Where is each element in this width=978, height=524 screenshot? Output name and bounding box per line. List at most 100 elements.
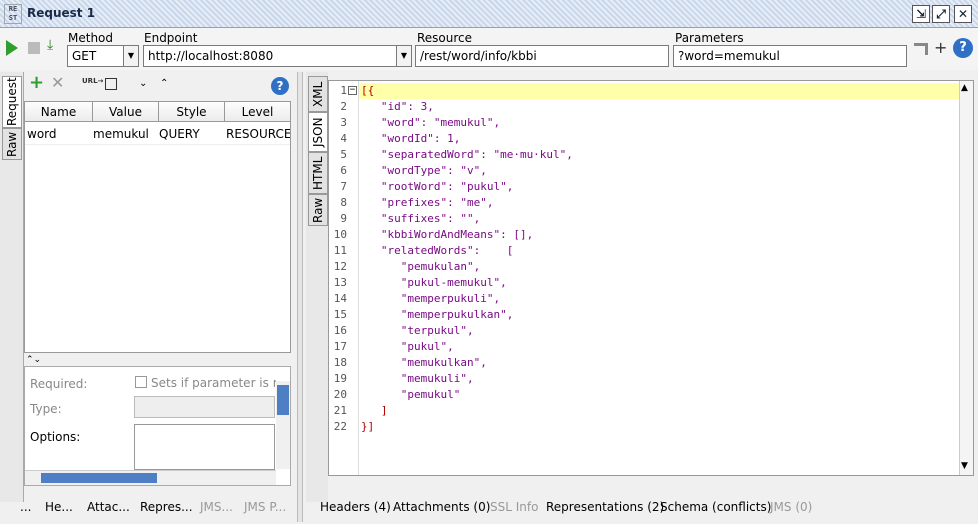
- move-down-icon[interactable]: ⌄: [139, 78, 147, 89]
- line-number: 15: [333, 308, 347, 321]
- details-hscrollbar[interactable]: [25, 470, 276, 485]
- param-value[interactable]: memukul: [91, 124, 157, 144]
- tab-jms-properties[interactable]: JMS P...: [244, 500, 286, 514]
- request-view-tabs: Request Raw: [0, 72, 24, 502]
- parameters-input[interactable]: ?word=memukul: [673, 45, 907, 67]
- tab-schema[interactable]: Schema (conflicts): [660, 500, 771, 514]
- detach-icon[interactable]: ⇲: [912, 5, 930, 23]
- chevron-down-icon[interactable]: ▼: [397, 45, 412, 67]
- resource-label: Resource: [417, 31, 473, 45]
- tab-attachments[interactable]: Attac...: [87, 500, 130, 514]
- code-line: "terpukul",: [361, 324, 474, 337]
- code-line: "id": 3,: [361, 100, 434, 113]
- url-param-icon[interactable]: URL→: [82, 77, 103, 85]
- tab-response-jms[interactable]: JMS (0): [770, 500, 812, 514]
- line-number: 11: [333, 244, 347, 257]
- table-row[interactable]: word memukul QUERY RESOURCE: [25, 123, 290, 145]
- column-header[interactable]: Value: [93, 102, 159, 122]
- endpoint-label: Endpoint: [144, 31, 198, 45]
- remove-param-icon[interactable]: ✕: [51, 75, 64, 91]
- add-param-icon[interactable]: +: [29, 74, 44, 92]
- clear-icon[interactable]: [105, 78, 117, 90]
- format-icon[interactable]: [914, 43, 928, 55]
- help-icon[interactable]: ?: [271, 77, 289, 95]
- column-header[interactable]: Name: [25, 102, 93, 122]
- code-line: "pukul",: [361, 340, 454, 353]
- tab-response-attachments[interactable]: Attachments (0): [393, 500, 490, 514]
- tab-json[interactable]: JSON: [308, 112, 328, 152]
- tab-response-representations[interactable]: Representations (2): [546, 500, 664, 514]
- line-number: 16: [333, 324, 347, 337]
- scroll-thumb[interactable]: [41, 473, 157, 483]
- tab-xml[interactable]: XML: [308, 76, 328, 112]
- code-line: "relatedWords": [: [361, 244, 514, 257]
- close-icon[interactable]: ✕: [954, 5, 972, 23]
- code-line: "pemukul": [361, 388, 461, 401]
- column-header[interactable]: Level: [225, 102, 290, 122]
- param-style[interactable]: QUERY: [157, 124, 223, 144]
- tab-raw-request[interactable]: Raw: [2, 128, 22, 160]
- window-title: Request 1: [27, 6, 96, 20]
- splitter-arrows-icon[interactable]: ⌃⌄: [26, 355, 41, 365]
- param-level[interactable]: RESOURCE: [224, 124, 290, 144]
- scroll-up-icon[interactable]: ▲: [961, 83, 968, 93]
- line-number: 1: [340, 84, 347, 97]
- move-up-icon[interactable]: ⌃: [160, 78, 168, 89]
- details-scrollbar[interactable]: [276, 381, 290, 469]
- required-checkbox-label: Sets if parameter is requ: [151, 376, 276, 390]
- param-details: Required: Sets if parameter is requ Type…: [24, 366, 291, 486]
- editor-scrollbar[interactable]: ▲ ▼: [959, 81, 973, 475]
- tab-jms-headers[interactable]: JMS...: [200, 500, 233, 514]
- column-header[interactable]: Style: [159, 102, 225, 122]
- tab-headers[interactable]: He...: [45, 500, 73, 514]
- params-table: Name Value Style Level word memukul QUER…: [24, 101, 291, 353]
- line-number: 4: [340, 132, 347, 145]
- tab-html[interactable]: HTML: [308, 152, 328, 194]
- param-name[interactable]: word: [25, 124, 93, 144]
- response-editor[interactable]: − ▲ ▼ 1 [{ 2 "id": 3, 3 "word": "memukul", 4…: [328, 80, 974, 476]
- maximize-icon[interactable]: ⤢: [932, 5, 950, 23]
- options-field[interactable]: [134, 424, 275, 470]
- type-field[interactable]: [134, 396, 275, 418]
- line-number: 13: [333, 276, 347, 289]
- fold-icon[interactable]: −: [348, 86, 357, 95]
- tab-request[interactable]: Request: [2, 76, 22, 128]
- endpoint-input[interactable]: http://localhost:8080: [143, 45, 397, 67]
- tab-representations[interactable]: Repres...: [140, 500, 193, 514]
- tab-response-headers[interactable]: Headers (4): [320, 500, 391, 514]
- add-icon[interactable]: +: [934, 38, 947, 57]
- line-number: 3: [340, 116, 347, 129]
- parameters-label: Parameters: [675, 31, 744, 45]
- stop-icon[interactable]: [28, 42, 40, 54]
- code-line: "memperpukulkan",: [361, 308, 514, 321]
- tab-ssl-info[interactable]: SSL Info: [490, 500, 538, 514]
- scroll-thumb[interactable]: [277, 385, 289, 415]
- line-number: 12: [333, 260, 347, 273]
- code-line: [{: [361, 84, 375, 97]
- code-line: ]: [361, 404, 388, 417]
- run-icon[interactable]: [6, 40, 18, 56]
- chevron-down-icon[interactable]: ▼: [124, 45, 139, 67]
- pane-splitter[interactable]: [297, 72, 303, 522]
- code-line: }]: [361, 420, 375, 433]
- code-line: "memukuli",: [361, 372, 474, 385]
- resource-input[interactable]: /rest/word/info/kbbi: [415, 45, 669, 67]
- code-line: "pemukulan",: [361, 260, 481, 273]
- code-line: "word": "memukul",: [361, 116, 501, 129]
- code-line: "memukulkan",: [361, 356, 487, 369]
- rest-request-icon: RE ST: [4, 4, 22, 24]
- required-checkbox[interactable]: [135, 376, 147, 388]
- scroll-down-icon[interactable]: ▼: [961, 461, 968, 471]
- code-line: "wordId": 1,: [361, 132, 461, 145]
- window-title-bar: RE ST Request 1 ⇲ ⤢ ✕: [0, 0, 978, 28]
- tab-raw-response[interactable]: Raw: [308, 194, 328, 226]
- submit-check-icon[interactable]: ⤓: [47, 37, 53, 53]
- type-label: Type:: [30, 402, 62, 416]
- tab-more[interactable]: ...: [20, 500, 31, 514]
- help-icon[interactable]: ?: [953, 38, 973, 58]
- method-select[interactable]: GET: [67, 45, 124, 67]
- line-number: 17: [333, 340, 347, 353]
- line-number: 2: [340, 100, 347, 113]
- line-number: 20: [333, 388, 347, 401]
- line-number: 10: [333, 228, 347, 241]
